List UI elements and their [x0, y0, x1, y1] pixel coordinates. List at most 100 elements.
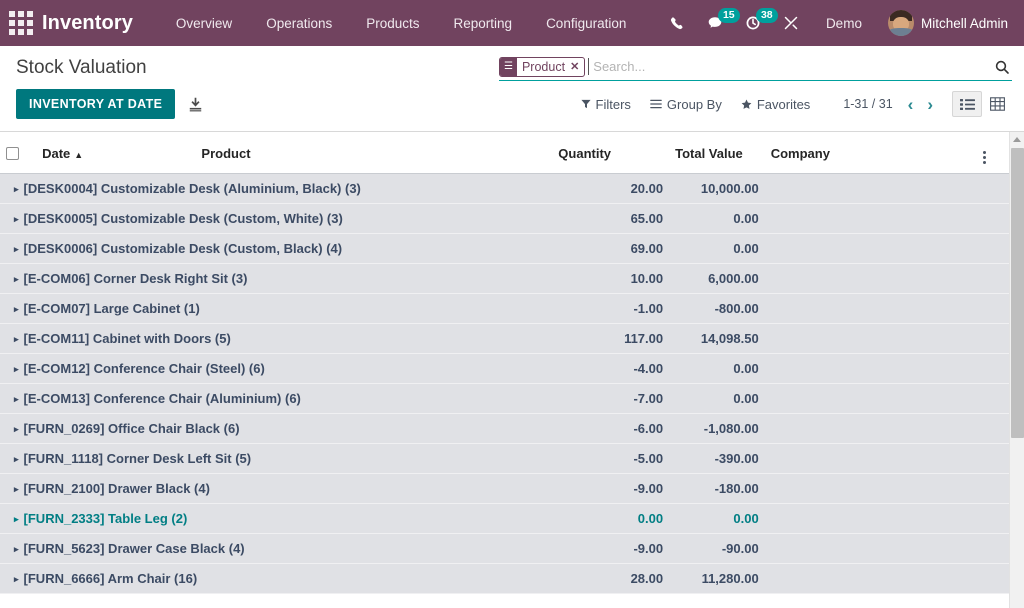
group-row-name-cell[interactable]: ▸[FURN_5623] Drawer Case Black (4): [0, 534, 552, 564]
group-row-options: [977, 384, 1009, 414]
group-row-name-cell[interactable]: ▸[DESK0006] Customizable Desk (Custom, B…: [0, 234, 552, 264]
menu-item-reporting[interactable]: Reporting: [437, 0, 530, 46]
group-row-name-cell[interactable]: ▸[E-COM13] Conference Chair (Aluminium) …: [0, 384, 552, 414]
expand-triangle-icon[interactable]: ▸: [14, 514, 19, 525]
column-header-company[interactable]: Company: [765, 132, 977, 174]
group-row-options: [977, 534, 1009, 564]
magnifier-icon[interactable]: [986, 59, 1012, 75]
chevron-right-icon[interactable]: ›: [920, 96, 940, 113]
groupby-dropdown[interactable]: Group By: [650, 97, 722, 112]
group-row-options: [977, 474, 1009, 504]
vertical-scrollbar[interactable]: [1009, 132, 1024, 608]
group-row-name-cell[interactable]: ▸[FURN_6666] Arm Chair (16): [0, 564, 552, 594]
expand-triangle-icon[interactable]: ▸: [14, 544, 19, 555]
pager-value[interactable]: 1-31 / 31: [843, 97, 892, 111]
table-row[interactable]: ▸[E-COM06] Corner Desk Right Sit (3)10.0…: [0, 264, 1009, 294]
table-row[interactable]: ▸[FURN_1118] Corner Desk Left Sit (5)-5.…: [0, 444, 1009, 474]
group-row-name-cell[interactable]: ▸[E-COM06] Corner Desk Right Sit (3): [0, 264, 552, 294]
expand-triangle-icon[interactable]: ▸: [14, 214, 19, 225]
column-header-total-value[interactable]: Total Value: [669, 132, 765, 174]
table-row[interactable]: ▸[E-COM07] Large Cabinet (1)-1.00-800.00: [0, 294, 1009, 324]
expand-triangle-icon[interactable]: ▸: [14, 574, 19, 585]
column-header-quantity[interactable]: Quantity: [552, 132, 669, 174]
group-row-company: [765, 504, 977, 534]
group-row-name-cell[interactable]: ▸[E-COM12] Conference Chair (Steel) (6): [0, 354, 552, 384]
table-row[interactable]: ▸[FURN_5623] Drawer Case Black (4)-9.00-…: [0, 534, 1009, 564]
group-row-total-value: 0.00: [669, 504, 765, 534]
column-header-date[interactable]: Date▲: [36, 132, 195, 174]
expand-triangle-icon[interactable]: ▸: [14, 484, 19, 495]
apps-grid-icon[interactable]: [6, 8, 36, 38]
group-row-name-cell[interactable]: ▸[FURN_2333] Table Leg (2): [0, 504, 552, 534]
expand-triangle-icon[interactable]: ▸: [14, 424, 19, 435]
table-row[interactable]: ▸[E-COM13] Conference Chair (Aluminium) …: [0, 384, 1009, 414]
column-header-date-label: Date: [42, 146, 70, 161]
scroll-up-arrow-icon[interactable]: [1010, 132, 1024, 146]
top-navbar: Inventory Overview Operations Products R…: [0, 0, 1024, 46]
scroll-thumb[interactable]: [1011, 148, 1024, 438]
pivot-view-icon[interactable]: [982, 91, 1012, 117]
expand-triangle-icon[interactable]: ▸: [14, 184, 19, 195]
list-lines-icon: [650, 99, 662, 109]
inventory-at-date-button[interactable]: INVENTORY AT DATE: [16, 89, 175, 119]
group-row-label: [E-COM07] Large Cabinet (1): [24, 301, 200, 316]
expand-triangle-icon[interactable]: ▸: [14, 244, 19, 255]
group-row-name-cell[interactable]: ▸ [FURN_2100] Drawer Black (4): [0, 474, 552, 504]
table-row[interactable]: ▸[FURN_0269] Office Chair Black (6)-6.00…: [0, 414, 1009, 444]
table-row[interactable]: ▸[FURN_2333] Table Leg (2)0.000.00: [0, 504, 1009, 534]
menu-item-products[interactable]: Products: [349, 0, 436, 46]
group-row-name-cell[interactable]: ▸[FURN_1118] Corner Desk Left Sit (5): [0, 444, 552, 474]
group-row-total-value: -1,080.00: [669, 414, 765, 444]
phone-icon[interactable]: [659, 0, 696, 46]
group-row-company: [765, 564, 977, 594]
group-row-quantity: 117.00: [552, 324, 669, 354]
expand-triangle-icon[interactable]: ▸: [14, 274, 19, 285]
group-row-label: [DESK0004] Customizable Desk (Aluminium,…: [24, 181, 361, 196]
list-view-icon[interactable]: [952, 91, 982, 117]
wrench-tools-icon[interactable]: [772, 0, 810, 46]
view-switcher: [952, 91, 1012, 117]
search-facet-product[interactable]: ☰ Product ✕: [499, 57, 585, 77]
group-row-total-value: 0.00: [669, 234, 765, 264]
chevron-left-icon[interactable]: ‹: [901, 96, 921, 113]
table-row[interactable]: ▸[FURN_2100] Drawer Black (4)-9.00-180.0…: [0, 474, 1009, 504]
group-row-name-cell[interactable]: ▸[DESK0005] Customizable Desk (Custom, W…: [0, 204, 552, 234]
expand-triangle-icon[interactable]: ▸: [14, 394, 19, 405]
group-row-name-cell[interactable]: ▸ [DESK0004] Customizable Desk (Aluminium…: [0, 174, 552, 204]
select-all-checkbox[interactable]: [6, 147, 19, 160]
expand-triangle-icon[interactable]: ▸: [14, 334, 19, 345]
expand-triangle-icon[interactable]: ▸: [14, 454, 19, 465]
table-row[interactable]: ▸[E-COM12] Conference Chair (Steel) (6)-…: [0, 354, 1009, 384]
table-row[interactable]: ▸[E-COM11] Cabinet with Doors (5)117.001…: [0, 324, 1009, 354]
filters-dropdown[interactable]: Filters: [581, 97, 631, 112]
vertical-dots-icon[interactable]: [983, 151, 986, 164]
favorites-dropdown[interactable]: Favorites: [741, 97, 810, 112]
user-menu[interactable]: Mitchell Admin: [878, 0, 1014, 46]
expand-triangle-icon[interactable]: ▸: [14, 304, 19, 315]
main-menu: Overview Operations Products Reporting C…: [159, 0, 643, 46]
chat-bubble-icon[interactable]: 15: [696, 0, 734, 46]
download-icon[interactable]: [187, 96, 204, 113]
group-row-name-cell[interactable]: ▸[E-COM11] Cabinet with Doors (5): [0, 324, 552, 354]
menu-item-overview[interactable]: Overview: [159, 0, 249, 46]
group-row-label: [FURN_2100] Drawer Black (4): [24, 481, 210, 496]
group-row-name-cell[interactable]: ▸[FURN_0269] Office Chair Black (6): [0, 414, 552, 444]
group-row-quantity: 69.00: [552, 234, 669, 264]
group-row-total-value: -800.00: [669, 294, 765, 324]
group-row-name-cell[interactable]: ▸ [E-COM07] Large Cabinet (1): [0, 294, 552, 324]
clock-activity-icon[interactable]: 38: [734, 0, 772, 46]
table-row[interactable]: ▸[FURN_6666] Arm Chair (16)28.0011,280.0…: [0, 564, 1009, 594]
app-brand-inventory[interactable]: Inventory: [42, 12, 133, 35]
column-header-product[interactable]: Product: [195, 132, 552, 174]
expand-triangle-icon[interactable]: ▸: [14, 364, 19, 375]
close-icon[interactable]: ✕: [569, 60, 584, 73]
menu-item-operations[interactable]: Operations: [249, 0, 349, 46]
search-input[interactable]: [588, 58, 986, 75]
table-row[interactable]: ▸[DESK0006] Customizable Desk (Custom, B…: [0, 234, 1009, 264]
table-row[interactable]: ▸[DESK0005] Customizable Desk (Custom, W…: [0, 204, 1009, 234]
table-row[interactable]: ▸ [DESK0004] Customizable Desk (Aluminium…: [0, 174, 1009, 204]
navbar-right-zone: 15 38 Demo Mitchell Admin: [659, 0, 1014, 46]
database-name[interactable]: Demo: [810, 0, 878, 46]
menu-item-configuration[interactable]: Configuration: [529, 0, 643, 46]
group-row-company: [765, 294, 977, 324]
